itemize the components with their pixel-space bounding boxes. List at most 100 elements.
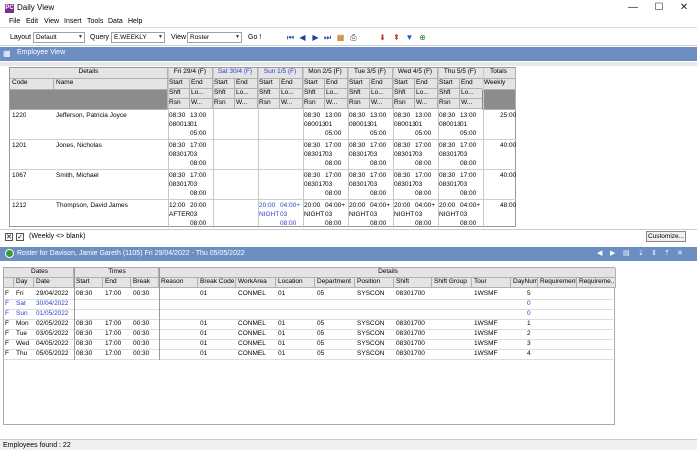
day-sub-header[interactable]: Rsn: [303, 99, 325, 109]
shift-cell[interactable]: 05:00: [325, 130, 341, 137]
roster-cell[interactable]: 3: [527, 340, 531, 347]
day-sub-header[interactable]: Start: [348, 79, 370, 89]
roster-cell[interactable]: SYSCON: [357, 290, 384, 297]
day-sub-header[interactable]: Rsn: [258, 99, 280, 109]
day-sub-header[interactable]: Lo...: [280, 89, 303, 99]
roster-expand-icon[interactable]: ⇕: [651, 249, 657, 257]
shift-cell[interactable]: 08:00: [370, 190, 386, 197]
shift-cell[interactable]: 17:00: [460, 172, 476, 179]
day-sub-header[interactable]: Shft: [258, 89, 280, 99]
roster-cell[interactable]: Fri: [16, 290, 24, 297]
shift-cell[interactable]: NIGHT: [349, 211, 369, 218]
roster-column-header[interactable]: Break: [131, 278, 159, 288]
shift-cell[interactable]: 083017: [304, 181, 326, 188]
shift-cell[interactable]: 03: [325, 151, 332, 158]
add-filter-icon[interactable]: ⊕: [417, 32, 428, 43]
roster-cell[interactable]: 30/04/2022: [36, 300, 69, 307]
shift-cell[interactable]: 17:00: [415, 172, 431, 179]
roster-column-header[interactable]: Tour: [472, 278, 511, 288]
shift-cell[interactable]: 03: [460, 151, 467, 158]
shift-cell[interactable]: 083017: [169, 151, 191, 158]
day-sub-header[interactable]: Shft: [348, 89, 370, 99]
menu-help[interactable]: Help: [128, 18, 142, 25]
shift-cell[interactable]: 04:00+: [415, 202, 435, 209]
shift-cell[interactable]: 083017: [439, 151, 461, 158]
day-sub-header[interactable]: Start: [438, 79, 460, 89]
layout-select[interactable]: Default ▼: [33, 32, 85, 43]
employee-name[interactable]: Jones, Nicholas: [56, 142, 102, 149]
day-sub-header[interactable]: W...: [460, 99, 483, 109]
roster-cell[interactable]: Mon: [16, 320, 29, 327]
roster-cell[interactable]: 1WSMF: [474, 330, 497, 337]
roster-cell[interactable]: 1WSMF: [474, 350, 497, 357]
roster-cell[interactable]: 04/05/2022: [36, 340, 69, 347]
day-sub-header[interactable]: Lo...: [235, 89, 258, 99]
enable-filter-checkbox[interactable]: ✓: [16, 233, 24, 241]
shift-cell[interactable]: 08:30: [169, 172, 185, 179]
roster-cell[interactable]: 08301700: [396, 330, 425, 337]
employee-name[interactable]: Smith, Michael: [56, 172, 99, 179]
shift-cell[interactable]: 08:30: [349, 172, 365, 179]
shift-cell[interactable]: 08:30: [304, 112, 320, 119]
day-sub-header[interactable]: Rsn: [213, 99, 235, 109]
roster-cell[interactable]: 1: [527, 320, 531, 327]
roster-cell[interactable]: 2: [527, 330, 531, 337]
roster-cell[interactable]: 05/05/2022: [36, 350, 69, 357]
day-sub-header[interactable]: W...: [235, 99, 258, 109]
roster-cell[interactable]: 5: [527, 290, 531, 297]
close-button[interactable]: ✕: [671, 1, 697, 15]
shift-cell[interactable]: 12:00: [169, 202, 185, 209]
roster-cell[interactable]: CONMEL: [238, 290, 266, 297]
shift-cell[interactable]: 08:30: [169, 112, 185, 119]
roster-column-header[interactable]: Date: [34, 278, 74, 288]
roster-cell[interactable]: 17:00: [105, 320, 121, 327]
shift-cell[interactable]: 08:00: [370, 220, 386, 227]
roster-cell[interactable]: Sun: [16, 310, 28, 317]
shift-cell[interactable]: 01: [415, 121, 422, 128]
roster-cell[interactable]: 4: [527, 350, 531, 357]
shift-cell[interactable]: 03: [460, 211, 467, 218]
shift-cell[interactable]: 08:00: [325, 190, 341, 197]
shift-cell[interactable]: 083017: [349, 181, 371, 188]
roster-cell[interactable]: 01: [278, 340, 285, 347]
shift-cell[interactable]: 17:00: [325, 172, 341, 179]
roster-cell[interactable]: 08:30: [76, 320, 92, 327]
maximize-button[interactable]: ☐: [646, 1, 672, 15]
shift-cell[interactable]: 17:00: [460, 142, 476, 149]
roster-cell[interactable]: 08301700: [396, 320, 425, 327]
shift-cell[interactable]: 20:00: [259, 202, 275, 209]
day-sub-header[interactable]: Start: [258, 79, 280, 89]
shift-cell[interactable]: 083017: [439, 181, 461, 188]
shift-cell[interactable]: 08:30: [394, 142, 410, 149]
shift-cell[interactable]: 17:00: [415, 142, 431, 149]
code-column-header[interactable]: Code: [10, 79, 54, 90]
roster-cell[interactable]: 01: [278, 320, 285, 327]
roster-column-header[interactable]: End: [103, 278, 131, 288]
roster-cell[interactable]: 08:30: [76, 350, 92, 357]
roster-cell[interactable]: 1WSMF: [474, 340, 497, 347]
shift-cell[interactable]: 08:30: [349, 142, 365, 149]
view-select[interactable]: Roster ▼: [187, 32, 242, 43]
menu-data[interactable]: Data: [108, 18, 123, 25]
roster-column-header[interactable]: Requirement: [538, 278, 577, 288]
employee-code[interactable]: 1212: [12, 202, 26, 209]
day-sub-header[interactable]: Shft: [393, 89, 415, 99]
shift-cell[interactable]: 03: [460, 181, 467, 188]
roster-cell[interactable]: 05: [317, 330, 324, 337]
roster-cell[interactable]: 08301700: [396, 350, 425, 357]
day-sub-header[interactable]: Lo...: [190, 89, 213, 99]
roster-cell[interactable]: 1WSMF: [474, 290, 497, 297]
shift-cell[interactable]: 08:30: [169, 142, 185, 149]
next-record-icon[interactable]: ▶: [310, 32, 321, 43]
shift-cell[interactable]: 080013: [439, 121, 461, 128]
shift-cell[interactable]: 083017: [349, 151, 371, 158]
roster-cell[interactable]: 00:30: [133, 330, 149, 337]
previous-record-icon[interactable]: ◀: [297, 32, 308, 43]
day-sub-header[interactable]: Shft: [213, 89, 235, 99]
shift-cell[interactable]: 08:00: [325, 220, 341, 227]
query-select[interactable]: E.WEEKLY ▼: [111, 32, 165, 43]
weekly-column-header[interactable]: Weekly: [482, 79, 516, 90]
day-sub-header[interactable]: Rsn: [348, 99, 370, 109]
shift-cell[interactable]: 04:00+: [370, 202, 390, 209]
day-sub-header[interactable]: End: [235, 79, 258, 89]
